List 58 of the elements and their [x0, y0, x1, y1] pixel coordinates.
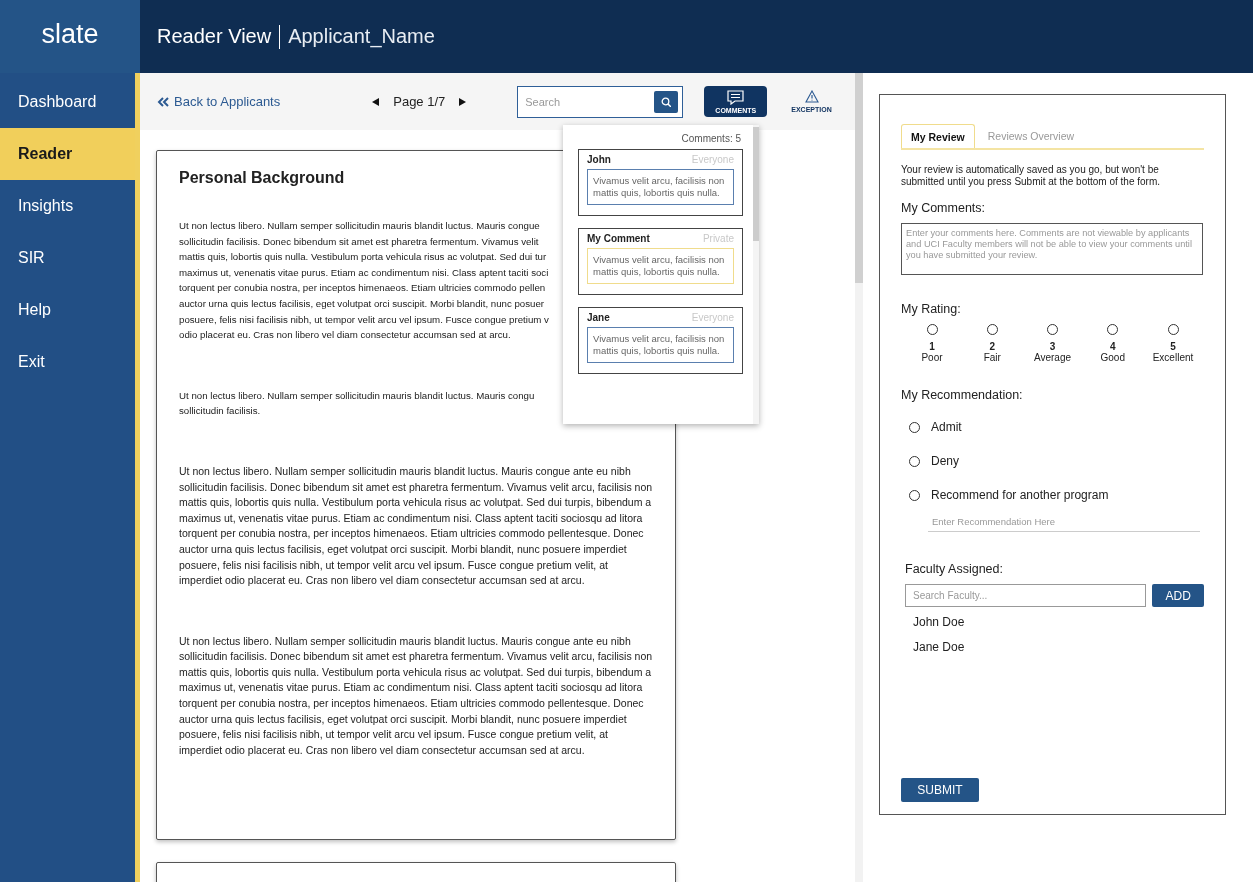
scrollbar[interactable] — [855, 73, 863, 882]
nav-item[interactable]: Help — [0, 284, 135, 336]
nav-item[interactable]: SIR — [0, 232, 135, 284]
rating-number: 1 — [929, 341, 935, 352]
option-label: Admit — [931, 420, 962, 434]
submit-button[interactable]: SUBMIT — [901, 778, 979, 802]
info-text: Your review is automatically saved as you go, but won't be submitted until you press Submit at the bottom of the form. — [901, 164, 1161, 188]
comment-icon — [727, 89, 745, 105]
double-chevron-icon — [157, 96, 169, 107]
comment-text: Vivamus velit arcu, facilisis non mattis quis, lobortis quis nulla. — [587, 327, 734, 363]
rating-number: 5 — [1170, 341, 1176, 352]
field-label: Faculty Assigned: — [904, 562, 1004, 576]
nav-item[interactable]: Reader — [0, 128, 135, 180]
paragraph: Ut non lectus libero. Nullam semper sollicitudin mauris blandit luctus. Mauris congue ante eu nibh sollicitudin facilisis. Donec bibendum sit amet est pharetra fermentum. Vivamus velit arcu, facilisis non mattis quis, lobortis quis nulla. Vestibulum porta vehicula risus ac volutpat. Sed dui turpis, bibendum a maximus ut, venenatis vitae purus. Etiam ac condimentum nisi. Class aptent taciti sociosqu ad litora torquent per conubia nostra, per inceptos himenaeos. Etiam ultricies commodo pellentesque. Donec auctor urna quis lectus facilisis, eget volutpat orci suscipit. Morbi blandit, nunc posuere imperdiet posuere, felis nisi facilisis nibh, ut tempor velit arcu vel ipsum. Fusce congue pretium velit, at imperdiet odio placerat eu. Cras non libero vel diam consectetur accumsan sed at arcu. — [179, 633, 653, 758]
faculty-search-field[interactable]: Search Faculty... — [905, 584, 1147, 607]
paragraph: Ut non lectus libero. Nullam semper sollicitudin mauris blandit luctus. Mauris congue sollicitudin facilisis. Donec bibendum sit amet est pharetra fermentum. Vivamus velit mattis quis, lobortis quis nulla. Vestibulum porta vehicula risus ac volutpat. Sed dui tur maximus ut, venenatis vitae purus. Etiam ac condimentum nisi. Class aptent taciti soci torquent per conubia nostra, per inceptos himenaeos. Etiam ultricies commodo pellen auctor urna quis lectus facilisis, eget volutpat orci suscipit. Morbi blandit, nunc posuer posuere, felis nisi facilisis nibh, ut tempor velit arcu vel ipsum. Fusce congue pretium v odio placerat eu. Cras non libero vel diam consectetur accumsan sed at arcu. — [179, 219, 550, 343]
tab[interactable]: My Review — [901, 124, 975, 148]
option-label: Deny — [931, 454, 959, 468]
rating-number: 3 — [1049, 341, 1056, 352]
right-triangle-icon — [459, 97, 467, 106]
comment-text: Vivamus velit arcu, facilisis non mattis quis, lobortis quis nulla. — [587, 248, 734, 284]
rating-label: Excellent — [1152, 352, 1194, 363]
rating-label: Average — [1033, 352, 1072, 363]
search-icon — [661, 96, 672, 107]
scrollbar[interactable] — [753, 125, 759, 424]
rating-number: 2 — [989, 341, 996, 352]
comment-author: My Comment — [587, 233, 650, 244]
comment-author: John — [587, 154, 611, 165]
left-triangle-icon — [372, 97, 380, 106]
search-button[interactable] — [654, 90, 679, 113]
page-indicator: Page 1/7 — [393, 94, 446, 109]
applicant-name: Applicant_Name — [288, 25, 435, 48]
add-button[interactable]: ADD — [1152, 584, 1204, 607]
faculty-name: Jane Doe — [912, 640, 966, 656]
search-field[interactable]: Search — [517, 85, 684, 118]
comment-author: Jane — [587, 312, 610, 323]
comment-text: Vivamus velit arcu, facilisis non mattis quis, lobortis quis nulla. — [587, 169, 734, 205]
rating-label: Good — [1100, 352, 1125, 363]
field-label: My Rating: — [901, 302, 962, 316]
back-link[interactable]: Back to Applicants — [157, 94, 281, 109]
warning-icon — [804, 90, 819, 103]
section-heading: Personal Background — [179, 169, 345, 187]
nav-item[interactable]: Exit — [0, 336, 135, 388]
rating-label: Fair — [983, 352, 1001, 363]
page-title: Reader View — [157, 25, 272, 48]
option-label: Recommend for another program — [931, 488, 1109, 502]
comment-count: Comments: 5 — [680, 133, 742, 144]
paragraph: Ut non lectus libero. Nullam semper sollicitudin mauris blandit luctus. Mauris congue ante eu nibh sollicitudin facilisis. Donec bibendum sit amet est pharetra fermentum. Vivamus velit arcu, facilisis non mattis quis, lobortis quis nulla. Vestibulum porta vehicula risus ac volutpat. Sed dui turpis, bibendum a maximus ut, venenatis vitae purus. Etiam ac condimentum nisi. Class aptent taciti sociosqu ad litora torquent per conubia nostra, per inceptos himenaeos. Etiam ultricies commodo pellentesque. Donec auctor urna quis lectus facilisis, eget volutpat orci suscipit. Morbi blandit, nunc posuere imperdiet posuere, felis nisi facilisis nibh, ut tempor velit arcu vel ipsum. Fusce congue pretium velit, at imperdiet odio placerat eu. Cras non libero vel diam consectetur accumsan sed at arcu. — [179, 463, 653, 589]
comments-field[interactable]: Enter your comments here. Comments are not viewable by applicants and UCI Faculty members will not be able to view your comments until you have submitted your review. — [901, 223, 1203, 275]
field-label: My Recommendation: — [901, 388, 1024, 402]
rating-number: 4 — [1109, 341, 1116, 352]
nav-item[interactable]: Dashboard — [0, 76, 135, 128]
rating-label: Poor — [921, 352, 943, 363]
nav-item[interactable]: Insights — [0, 180, 135, 232]
faculty-name: John Doe — [912, 615, 966, 631]
field-label: My Comments: — [901, 201, 987, 215]
paragraph: Ut non lectus libero. Nullam semper sollicitudin mauris blandit luctus. Mauris congu sollicitudin facilisis. — [179, 388, 536, 419]
logo: slate — [0, 0, 140, 73]
